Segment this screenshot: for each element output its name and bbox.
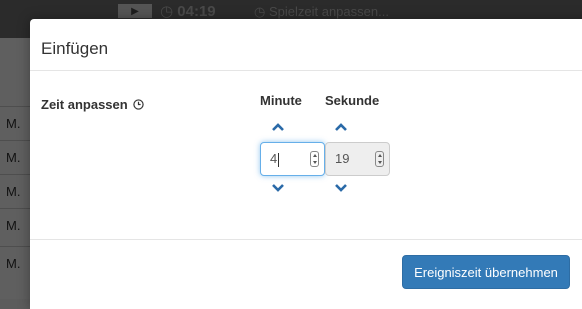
- dialog-header: [30, 19, 582, 71]
- insert-dialog: Einfügen Zeit anpassen Minute Sekunde 4 …: [30, 19, 582, 309]
- dialog-title: Einfügen: [41, 39, 109, 58]
- list-item: M.: [0, 140, 30, 174]
- minute-decrement-button[interactable]: [271, 183, 285, 193]
- list-item: M.: [0, 246, 30, 280]
- list-item: M.: [0, 106, 30, 140]
- dialog-footer-divider: [30, 239, 582, 240]
- minute-input[interactable]: 4: [260, 142, 325, 176]
- background-adjust-link: ◷ Spielzeit anpassen...: [254, 4, 389, 19]
- play-icon: ▶: [131, 5, 139, 17]
- chevron-up-icon: [272, 123, 284, 131]
- minute-increment-button[interactable]: [271, 122, 285, 132]
- clock-icon: [133, 99, 144, 110]
- background-list: M. M. M. M. M.: [0, 38, 30, 299]
- background-timer: ◷ 04:19: [160, 3, 216, 20]
- second-increment-button[interactable]: [334, 122, 348, 132]
- spinner-icon[interactable]: [375, 151, 384, 167]
- play-button: ▶: [118, 4, 152, 18]
- second-input[interactable]: 19: [325, 142, 390, 176]
- list-item: M.: [0, 174, 30, 208]
- chevron-down-icon: [272, 184, 284, 192]
- second-decrement-button[interactable]: [334, 183, 348, 193]
- adjust-time-label: Zeit anpassen: [41, 97, 144, 112]
- second-header: Sekunde: [325, 93, 380, 108]
- apply-event-time-button[interactable]: Ereigniszeit übernehmen: [402, 255, 570, 289]
- chevron-up-icon: [335, 123, 347, 131]
- minute-header: Minute: [260, 93, 302, 108]
- spinner-icon[interactable]: [310, 151, 319, 167]
- list-item: M.: [0, 208, 30, 242]
- chevron-down-icon: [335, 184, 347, 192]
